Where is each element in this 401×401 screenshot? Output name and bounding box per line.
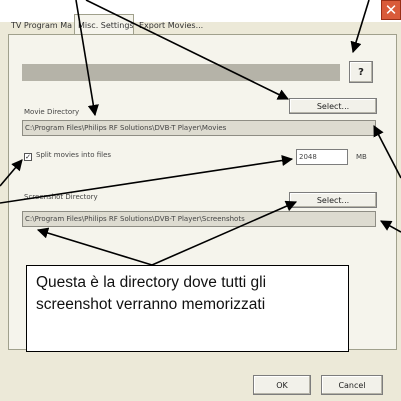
- split-size-input[interactable]: 2048: [296, 149, 348, 165]
- screenshot-directory-path-field[interactable]: C:\Program Files\Philips RF Solutions\DV…: [22, 211, 376, 227]
- movie-directory-path-field[interactable]: C:\Program Files\Philips RF Solutions\DV…: [22, 120, 376, 136]
- screenshot-directory-label: Screenshot Directory: [24, 193, 98, 201]
- split-files-checkbox[interactable]: ✓: [24, 153, 32, 161]
- help-button[interactable]: ?: [349, 61, 373, 83]
- window-close-button[interactable]: ✕: [381, 0, 401, 20]
- movie-directory-label: Movie Directory: [24, 108, 80, 116]
- annotation-callout-text: Questa è la directory dove tutti gli scr…: [36, 274, 267, 313]
- split-files-label: Split movies into files: [36, 151, 112, 159]
- tab-misc-settings[interactable]: Misc. Settings: [74, 14, 134, 35]
- status-bar-placeholder: [22, 64, 340, 81]
- screenshot-directory-select-button[interactable]: Select...: [289, 192, 377, 208]
- ok-button[interactable]: OK: [253, 375, 311, 395]
- cancel-button[interactable]: Cancel: [321, 375, 383, 395]
- split-size-unit: MB: [356, 153, 367, 161]
- movie-directory-select-button[interactable]: Select...: [289, 98, 377, 114]
- tab-export-movies[interactable]: Export Movies...: [136, 18, 204, 34]
- annotation-callout: Questa è la directory dove tutti gli scr…: [26, 265, 349, 352]
- tab-tv-program-manager[interactable]: TV Program Manager: [8, 18, 72, 34]
